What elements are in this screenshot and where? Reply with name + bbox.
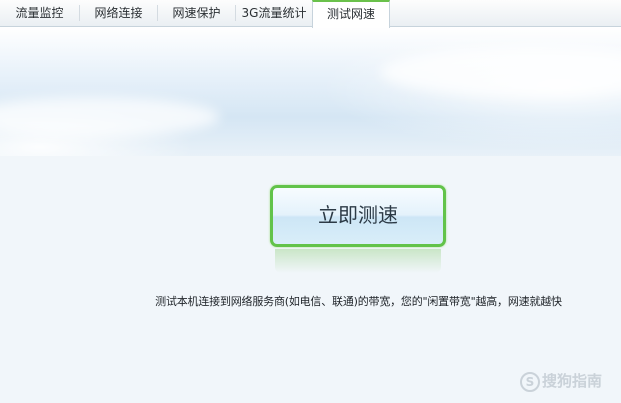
- watermark-logo-icon: S: [520, 371, 540, 392]
- banner-background: [0, 27, 621, 156]
- tab-network-connections[interactable]: 网络连接: [80, 0, 157, 26]
- speed-test-button[interactable]: 立即测速: [270, 185, 446, 247]
- speed-test-description: 测试本机连接到网络服务商(如电信、联通)的带宽，您的"闲置带宽"越高，网速就越快: [155, 295, 562, 308]
- speed-test-panel: 立即测速 测试本机连接到网络服务商(如电信、联通)的带宽，您的"闲置带宽"越高，…: [0, 27, 621, 403]
- banner-highlight: [380, 47, 621, 97]
- tab-bar: 流量监控 网络连接 网速保护 3G流量统计 测试网速: [0, 0, 621, 28]
- tab-traffic-monitor[interactable]: 流量监控: [0, 0, 79, 26]
- watermark: S 搜狗指南: [520, 370, 602, 392]
- watermark-text: 搜狗指南: [542, 372, 603, 390]
- tab-speed-test[interactable]: 测试网速: [312, 0, 390, 28]
- banner-highlight: [0, 97, 220, 137]
- tab-3g-traffic-stats[interactable]: 3G流量统计: [236, 0, 312, 26]
- tab-speed-protection[interactable]: 网速保护: [158, 0, 235, 26]
- button-reflection: [275, 249, 441, 273]
